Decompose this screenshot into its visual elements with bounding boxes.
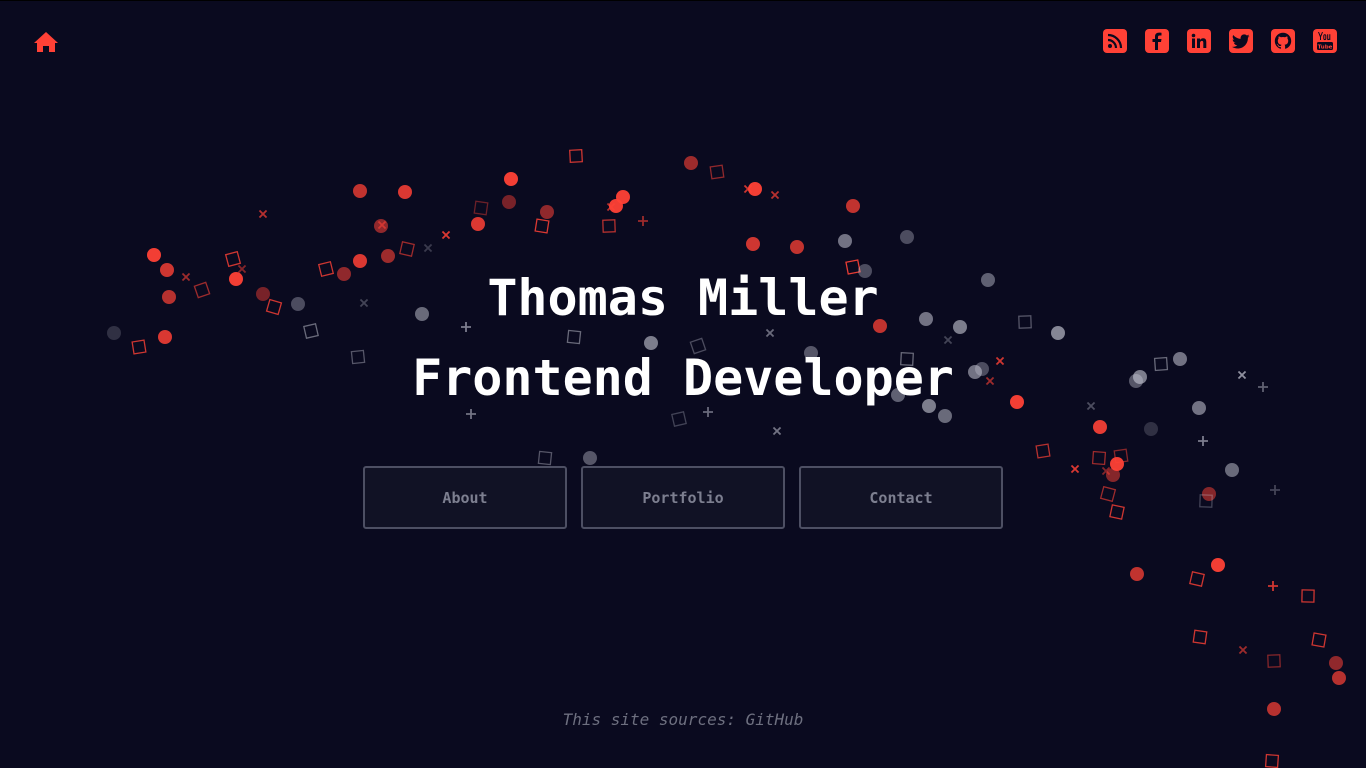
particle	[1198, 436, 1208, 446]
rss-icon[interactable]	[1103, 29, 1127, 53]
landing-page: Tube Thomas Miller Frontend Developer Ab…	[0, 0, 1366, 768]
contact-button[interactable]: Contact	[799, 466, 1003, 529]
hero-role: Frontend Developer	[412, 349, 954, 407]
particle	[399, 241, 415, 257]
particle	[583, 451, 597, 465]
particle	[1144, 422, 1158, 436]
particle	[540, 205, 554, 219]
particle	[504, 172, 518, 186]
hero-name: Thomas Miller	[487, 269, 879, 327]
particle	[838, 234, 852, 248]
particle	[1270, 485, 1280, 495]
particle	[1192, 629, 1208, 645]
particle	[1332, 671, 1346, 685]
particle	[709, 164, 725, 180]
nav-buttons: About Portfolio Contact	[363, 466, 1003, 529]
particle	[534, 218, 550, 234]
particle	[638, 216, 648, 226]
particle	[1070, 464, 1080, 474]
particle	[473, 200, 489, 216]
particle	[1225, 463, 1239, 477]
twitter-icon[interactable]	[1229, 29, 1253, 53]
particle	[502, 195, 516, 209]
particle	[770, 190, 780, 200]
particle	[684, 156, 698, 170]
particle	[1109, 504, 1125, 520]
github-icon[interactable]	[1271, 29, 1295, 53]
particle	[1329, 656, 1343, 670]
particle	[900, 230, 914, 244]
particle	[748, 182, 762, 196]
particle	[537, 450, 553, 466]
particle	[1264, 753, 1280, 768]
particle	[1267, 654, 1281, 668]
github-link[interactable]: GitHub	[746, 710, 804, 729]
particle	[1238, 645, 1248, 655]
particle	[258, 209, 268, 219]
particle	[1301, 589, 1315, 603]
linkedin-icon[interactable]	[1187, 29, 1211, 53]
home-icon[interactable]	[33, 31, 59, 53]
particle	[398, 185, 412, 199]
particle	[441, 230, 451, 240]
particle	[602, 219, 616, 233]
particle	[353, 184, 367, 198]
particle	[1189, 571, 1205, 587]
particle	[772, 426, 782, 436]
particle	[846, 199, 860, 213]
facebook-icon[interactable]	[1145, 29, 1169, 53]
footer-credit: This site sources: GitHub	[0, 710, 1366, 729]
portfolio-button[interactable]: Portfolio	[581, 466, 785, 529]
about-button[interactable]: About	[363, 466, 567, 529]
particle	[790, 240, 804, 254]
particle	[1035, 443, 1051, 459]
particle	[423, 243, 433, 253]
particle	[1311, 632, 1327, 648]
youtube-icon[interactable]: Tube	[1313, 29, 1337, 53]
social-links: Tube	[1103, 29, 1337, 53]
particle	[1202, 487, 1216, 501]
particle	[569, 149, 583, 163]
particle	[1093, 420, 1107, 434]
footer-prefix: This site sources:	[562, 710, 746, 729]
particle	[746, 237, 760, 251]
particle	[1091, 450, 1107, 466]
particle	[616, 190, 630, 204]
hero-title: Thomas Miller Frontend Developer	[0, 258, 1366, 418]
particle	[1268, 581, 1278, 591]
particle	[471, 217, 485, 231]
particle	[1099, 485, 1117, 503]
particle	[1211, 558, 1225, 572]
svg-text:Tube: Tube	[1318, 45, 1333, 51]
particle	[1130, 567, 1144, 581]
